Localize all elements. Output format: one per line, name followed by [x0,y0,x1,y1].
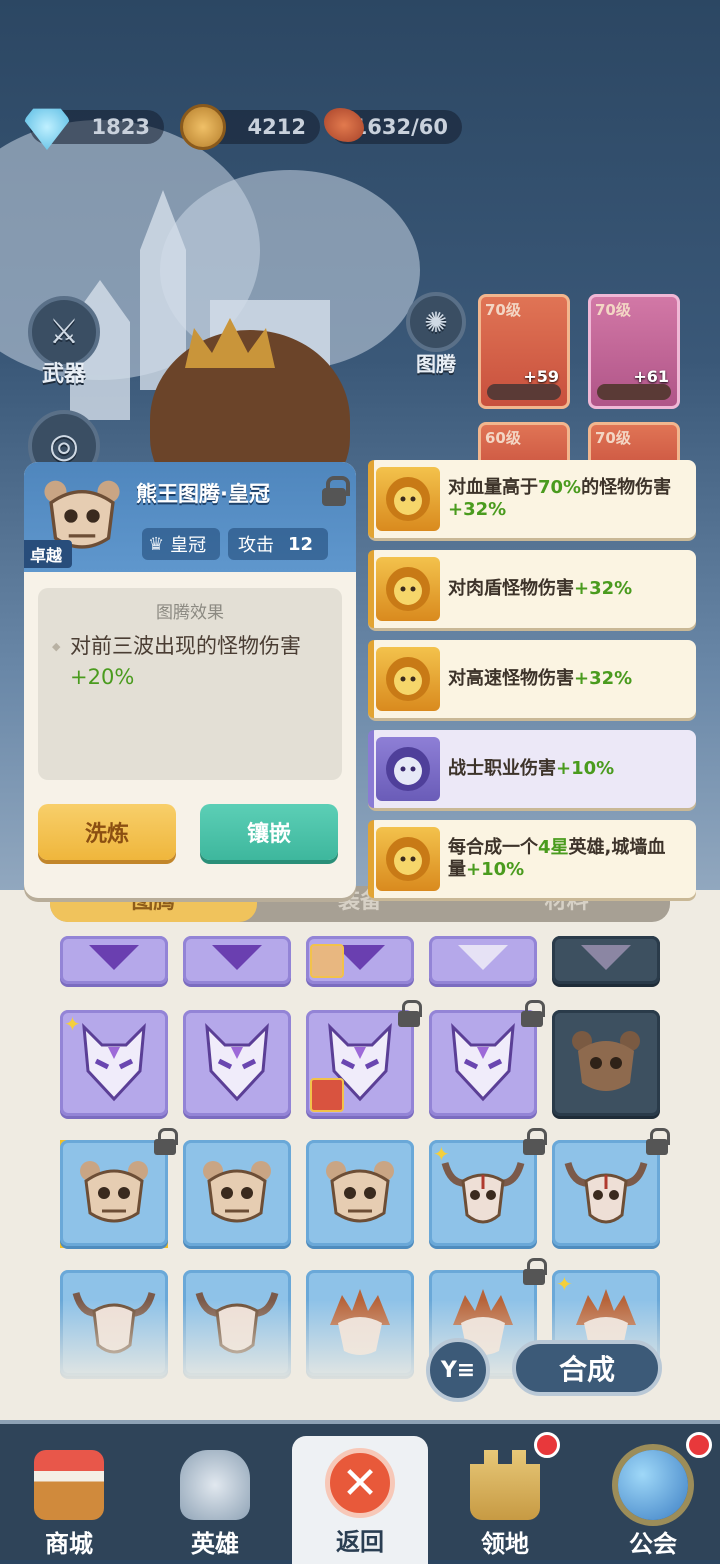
effect-title: 图腾效果 [156,603,224,623]
lion-icon [376,647,440,711]
totem-slot[interactable] [552,936,660,984]
lock-icon[interactable] [320,476,350,506]
nav-territory[interactable]: 领地 [440,1432,570,1564]
slot-type: ♛ 皇冠 [142,528,220,560]
gear-card[interactable]: 70级 +61 [588,294,680,409]
inlay-button[interactable]: 镶嵌 [200,804,338,860]
totem-slot[interactable] [306,1140,414,1246]
nav-back[interactable]: ✕ 返回 [292,1436,428,1564]
totem-slot[interactable] [552,1010,660,1116]
totem-slot[interactable]: ✦ [60,1010,168,1116]
totem-slot[interactable] [183,936,291,984]
gear-card[interactable]: 70级 +59 [478,294,570,409]
totem-effect-box: 图腾效果 对前三波出现的怪物伤害+20% [38,588,342,780]
nav-shop[interactable]: 商城 [4,1434,134,1564]
attribute-item: 对高速怪物伤害+32% [368,640,696,718]
crown-small-icon: ♛ [148,533,165,555]
bear-skull-icon [80,1161,148,1223]
lion-icon [376,557,440,621]
totem-icon: ✺ [406,292,466,352]
bear-skull-icon [572,1031,640,1091]
merge-button[interactable]: 合成 [512,1340,662,1396]
totem-slot[interactable] [552,1128,670,1246]
lock-icon [152,1128,178,1156]
coin-icon [180,104,226,150]
lock-icon [644,1128,670,1156]
star-icon: ✦ [433,1142,450,1166]
bear-skull-icon [326,1161,394,1223]
fox-mask-icon [82,1023,146,1102]
gem-counter: 1823 [24,108,164,150]
totem-slot[interactable] [60,936,168,984]
nav-guild[interactable]: 公会 [588,1432,718,1564]
castle-icon [470,1450,540,1520]
attribute-item: 每合成一个4星英雄,城墙血量+10% [368,820,696,898]
notification-dot [686,1432,712,1458]
totem-detail-panel: 熊王图腾·皇冠 ♛ 皇冠 攻击 12 卓越 图腾效果 对前三波出现的怪物伤害+2… [24,462,356,898]
totem-slot-selected[interactable] [60,1128,178,1246]
lock-icon [521,1258,547,1286]
totem-button[interactable]: ✺ 图腾 [396,292,476,377]
totem-slot[interactable] [183,1140,291,1246]
lock-icon [519,1000,545,1028]
stamina-counter: 1632/60 [324,108,462,144]
totem-slot[interactable]: ✦ [429,1128,547,1246]
attribute-item: 战士职业伤害+10% [368,730,696,808]
coin-counter: 4212 [180,104,320,150]
bull-skull-icon [564,1161,648,1224]
nav-hero[interactable]: 英雄 [150,1434,280,1564]
star-icon: ✦ [64,1012,81,1036]
star-icon: ✦ [556,1272,573,1296]
attribute-item: 对肉盾怪物伤害+32% [368,550,696,628]
helmet-icon [180,1450,250,1520]
totem-title: 熊王图腾·皇冠 [136,482,270,506]
equipped-hero-avatar [310,944,344,978]
lock-icon [521,1128,547,1156]
refine-button[interactable]: 洗炼 [38,804,176,860]
totem-slot[interactable] [429,1000,545,1116]
lion-icon [376,467,440,531]
bear-skull-icon [203,1161,271,1223]
filter-button[interactable]: Y≡ [426,1338,490,1402]
lion-icon [376,827,440,891]
totem-slot[interactable] [306,936,414,984]
fox-mask-icon [451,1023,515,1102]
equipped-hero-avatar [310,1078,344,1112]
planet-icon [618,1450,688,1520]
lock-icon [396,1000,422,1028]
attack-stat: 攻击 12 [228,528,328,560]
totem-slot[interactable] [306,1000,422,1116]
bottom-nav: 商城 英雄 ✕ 返回 领地 公会 [0,1420,720,1564]
weapon-button[interactable]: ⚔ 武器 [24,296,104,388]
grade-badge: 卓越 [24,540,73,568]
totem-slot[interactable] [429,936,537,984]
effect-text: 对前三波出现的怪物伤害+20% [52,631,326,693]
bull-skull-icon [441,1161,525,1224]
attribute-item: 对血量高于70%的怪物伤害 +32% [368,460,696,538]
fox-mask-icon [205,1023,269,1102]
notification-dot [534,1432,560,1458]
tiger-icon [376,737,440,801]
close-icon: ✕ [325,1448,395,1518]
totem-slot[interactable] [183,1010,291,1116]
shop-icon [34,1450,104,1520]
